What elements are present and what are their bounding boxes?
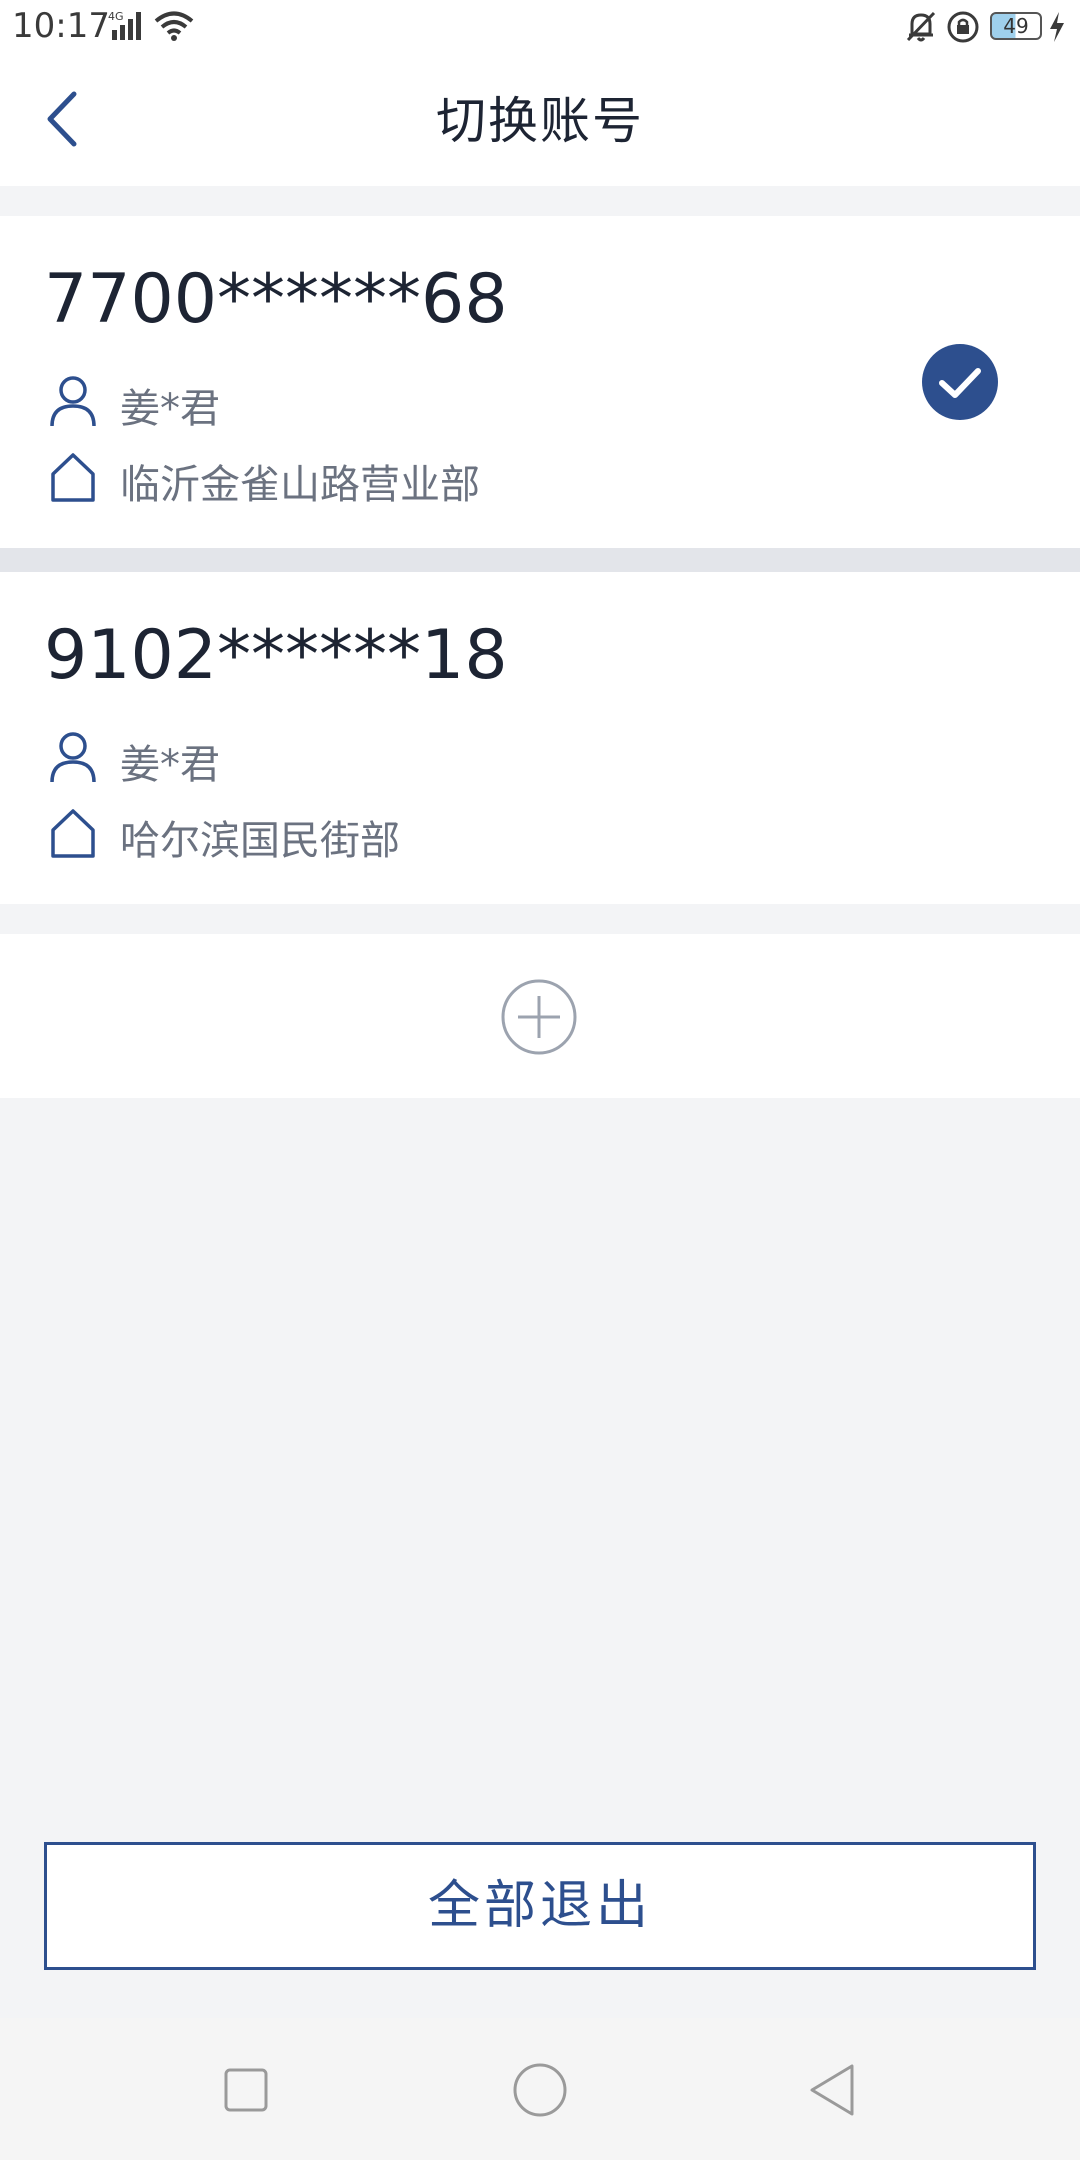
recent-apps-icon[interactable]	[216, 2060, 276, 2120]
account-holder-name: 姜*君	[120, 386, 220, 432]
card-divider	[0, 548, 1080, 572]
back-triangle-icon[interactable]	[804, 2060, 864, 2120]
status-bar: 10:17 4G 49	[0, 0, 1080, 56]
page-title: 切换账号	[436, 92, 644, 150]
account-card[interactable]: 7700******68 姜*君 临沂金雀山路营业部	[0, 216, 1080, 548]
check-circle-icon	[922, 344, 998, 420]
battery-indicator: 49	[990, 12, 1042, 40]
bell-off-icon	[906, 11, 936, 42]
cellular-signal-icon: 4G	[108, 10, 141, 40]
add-account-row	[0, 934, 1080, 1098]
logout-all-button[interactable]: 全部退出	[44, 1842, 1036, 1970]
account-branch: 哈尔滨国民街部	[120, 818, 400, 864]
account-number: 9102******18	[44, 616, 508, 695]
home-button-icon[interactable]	[510, 2060, 570, 2120]
status-time: 10:17	[12, 6, 110, 46]
rotation-lock-icon	[947, 11, 979, 43]
nav-bar: 切换账号	[0, 56, 1080, 186]
user-icon	[50, 732, 96, 783]
account-card[interactable]: 9102******18 姜*君 哈尔滨国民街部	[0, 572, 1080, 904]
account-holder-name: 姜*君	[120, 742, 220, 788]
plus-circle-icon[interactable]	[500, 978, 578, 1056]
switch-account-screen: 10:17 4G 49 切换账号 7700******68 姜*君 临沂金雀山路…	[0, 0, 1080, 2160]
account-number: 7700******68	[44, 260, 508, 339]
home-icon	[51, 453, 95, 502]
network-type: 4G	[108, 10, 124, 23]
home-icon	[51, 809, 95, 858]
user-icon	[50, 376, 96, 427]
wifi-icon	[154, 11, 194, 41]
system-nav-bar	[0, 2018, 1080, 2160]
charging-icon	[1050, 12, 1064, 42]
account-branch: 临沂金雀山路营业部	[120, 462, 480, 508]
chevron-left-icon[interactable]	[30, 84, 100, 154]
